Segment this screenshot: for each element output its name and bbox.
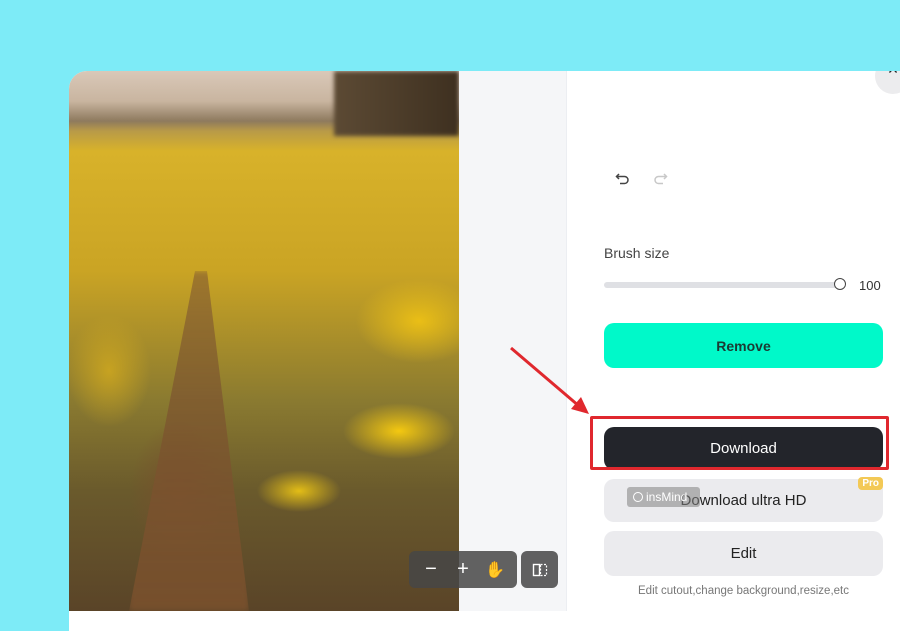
- hand-icon: ✋: [485, 561, 505, 579]
- zoom-out-button[interactable]: −: [415, 551, 447, 588]
- slider-thumb[interactable]: [834, 278, 846, 290]
- canvas-background: [459, 71, 567, 611]
- photo-canvas[interactable]: [69, 71, 459, 611]
- photo-trees: [334, 71, 459, 136]
- edit-hint: Edit cutout,change background,resize,etc: [638, 585, 849, 597]
- redo-icon: [654, 173, 668, 185]
- edit-button[interactable]: Edit: [604, 531, 883, 576]
- compare-button[interactable]: [521, 551, 558, 588]
- compare-icon: [532, 563, 547, 576]
- photo-path: [129, 271, 249, 611]
- undo-button[interactable]: [615, 171, 631, 192]
- redo-button[interactable]: [652, 171, 668, 192]
- zoom-in-button[interactable]: +: [447, 551, 479, 588]
- minus-icon: −: [425, 558, 437, 580]
- plus-icon: +: [457, 558, 469, 580]
- pan-button[interactable]: ✋: [479, 551, 511, 588]
- brush-size-slider[interactable]: [604, 278, 846, 290]
- close-button[interactable]: ×: [875, 71, 900, 94]
- remove-button[interactable]: Remove: [604, 323, 883, 368]
- canvas-toolbar: − + ✋: [409, 551, 558, 588]
- download-button[interactable]: Download: [604, 427, 883, 470]
- undo-icon: [615, 173, 629, 185]
- pro-badge: Pro: [858, 477, 883, 490]
- watermark-text: insMind: [646, 490, 688, 504]
- brush-size-label: Brush size: [604, 245, 670, 261]
- watermark-logo-icon: [633, 492, 643, 502]
- watermark: insMind: [627, 487, 700, 507]
- close-icon: ×: [888, 71, 899, 80]
- zoom-pan-group: − + ✋: [409, 551, 517, 588]
- brush-size-value: 100: [859, 278, 881, 293]
- remove-object-modal: − + ✋ × Brush size 100 Remove Download D…: [69, 71, 900, 631]
